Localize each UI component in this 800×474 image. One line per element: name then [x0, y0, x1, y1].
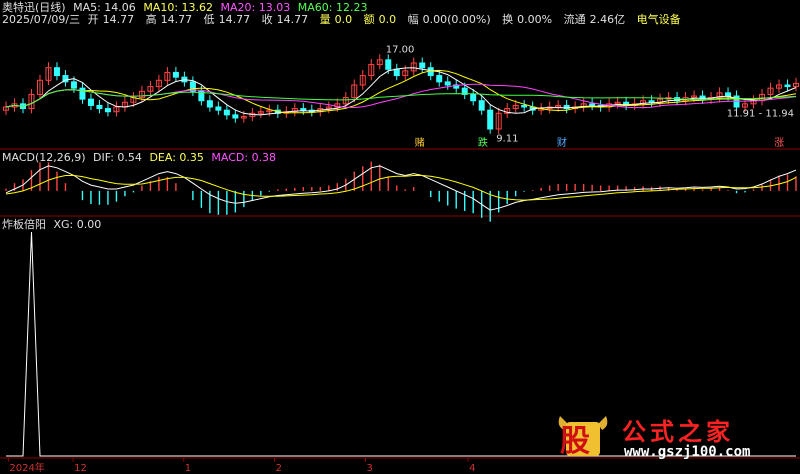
candle-body	[232, 114, 239, 119]
candle-body	[444, 81, 451, 86]
quote-high: 高 14.77	[145, 13, 193, 26]
candle-body	[172, 71, 179, 78]
macd-dif: DIF: 0.54	[93, 151, 142, 164]
axis-label: 1	[185, 463, 191, 474]
candle-body	[206, 100, 213, 108]
quote-float: 流通 2.46亿	[563, 13, 626, 26]
watermark-url: www.gszj100.com	[624, 444, 751, 460]
candle-body	[521, 104, 528, 108]
annotation-high: 17.00	[386, 44, 415, 55]
signal-2: 跌	[478, 136, 488, 149]
quote-open: 开 14.77	[87, 13, 135, 26]
axis-label: 2024年	[9, 461, 44, 474]
candle-body	[300, 108, 307, 111]
candle-body	[96, 104, 103, 110]
quote-turnover: 换 0.00%	[502, 13, 553, 26]
candle-body	[385, 59, 392, 70]
axis-label: 2	[276, 463, 282, 474]
annotation-low: 9.11	[496, 134, 518, 145]
candle-body	[487, 109, 494, 130]
macd-dif-line	[5, 165, 797, 211]
candle-body	[87, 98, 94, 106]
candle-body	[478, 100, 485, 111]
candle-body	[648, 100, 655, 103]
candle-body	[223, 109, 230, 116]
axis-label: 3	[366, 463, 372, 474]
watermark-title: 公式之家	[622, 417, 734, 446]
signal-3: 财	[557, 136, 567, 149]
price-panel: 17.00 9.11 11.91 - 11.94 赌 跌 财 涨	[3, 44, 799, 149]
candle-body	[589, 103, 596, 106]
signal-4: 涨	[774, 137, 784, 149]
candle-body	[784, 84, 791, 88]
signal-1: 赌	[415, 136, 425, 149]
candle-body	[470, 93, 477, 102]
candle-body	[215, 106, 222, 111]
quote-low: 低 14.77	[203, 13, 251, 26]
quote-amount: 额 0.0	[363, 13, 397, 26]
quote-header: 2025/07/09/三 开 14.77 高 14.77 低 14.77 收 14.77…	[2, 13, 685, 26]
watermark-logo-text: 股	[560, 424, 590, 459]
candle-body	[725, 92, 732, 97]
annotation-range: 11.91 - 11.94	[727, 108, 794, 119]
macd-name: MACD(12,26,9)	[2, 151, 86, 164]
quote-close: 收 14.77	[261, 13, 309, 26]
macd-header: MACD(12,26,9) DIF: 0.54 DEA: 0.35 MACD: …	[2, 151, 280, 164]
indicator-name: 炸板倍阳	[2, 218, 46, 231]
chart-canvas: 17.009.1111.91 - 11.94赌跌财涨 2024年 12 1 2 3 4	[0, 44, 800, 474]
candle-body	[53, 67, 60, 77]
watermark: 股 公式之家 www.gszj100.com	[550, 410, 780, 466]
candle-body	[436, 75, 443, 83]
candle-body	[104, 108, 111, 113]
quote-date: 2025/07/09/三	[2, 13, 81, 26]
axis-label: 4	[469, 463, 475, 474]
candle-body	[70, 81, 77, 89]
quote-sector: 电气设备	[636, 13, 681, 26]
time-axis: 2024年 12 1 2 3 4	[7, 458, 476, 474]
macd-value: MACD: 0.38	[211, 151, 277, 164]
macd-dea: DEA: 0.35	[149, 151, 204, 164]
quote-change: 幅 0.00(0.00%)	[407, 13, 491, 26]
axis-label: 12	[74, 463, 87, 474]
macd-panel	[5, 161, 797, 222]
indicator-header: 炸板倍阳 XG: 0.00	[2, 218, 105, 231]
candle-body	[393, 68, 400, 77]
candle-body	[79, 87, 86, 100]
quote-vol: 量 0.0	[319, 13, 353, 26]
candle-body	[419, 62, 426, 69]
indicator-xg: XG: 0.00	[53, 218, 102, 231]
